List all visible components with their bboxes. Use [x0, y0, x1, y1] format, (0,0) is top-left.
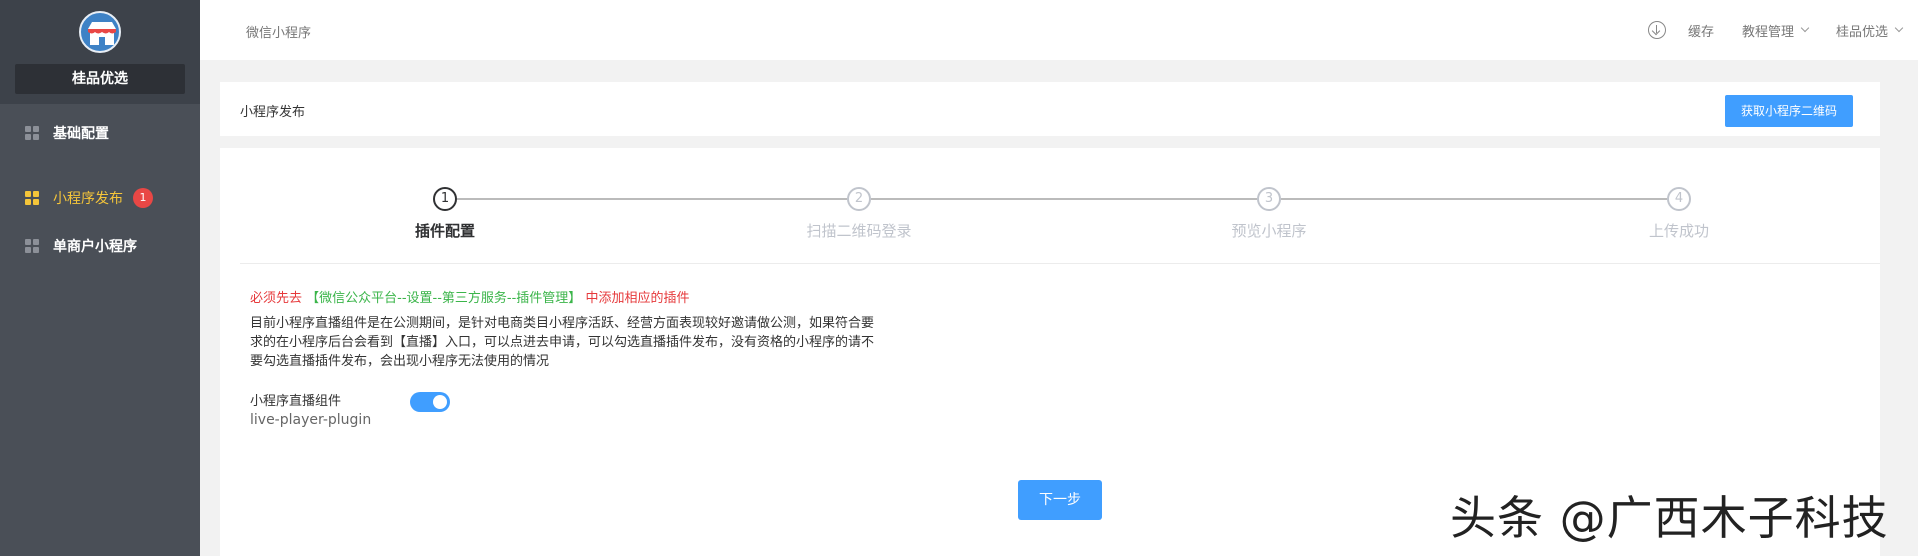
- user-label: 桂品优选: [1835, 24, 1888, 40]
- notification-badge: 1: [133, 188, 153, 208]
- step-connector: [457, 198, 847, 200]
- topbar-actions: 缓存 教程管理 桂品优选: [1647, 0, 1904, 60]
- cache-label: 缓存: [1687, 24, 1714, 40]
- step-1-circle: 1: [433, 187, 457, 211]
- steps: 1 2 3 4 插件配置 扫描二维码登录 预览小程序 上传成功: [220, 186, 1880, 246]
- tutorial-label: 教程管理: [1741, 24, 1794, 40]
- step-connector: [871, 198, 1257, 200]
- store-name: 桂品优选: [15, 64, 185, 94]
- plugin-description: 目前小程序直播组件是在公测期间，是针对电商类目小程序活跃、经营方面表现较好邀请做…: [250, 316, 875, 369]
- page-title: 小程序发布: [240, 105, 306, 120]
- live-plugin-toggle[interactable]: [410, 392, 450, 412]
- sidebar-item-label: 单商户小程序: [53, 239, 137, 255]
- sidebar-item-label: 基础配置: [53, 126, 109, 142]
- plugin-name: 小程序直播组件: [250, 394, 342, 409]
- sidebar-item-single-merchant[interactable]: 单商户小程序: [0, 231, 200, 261]
- step-4-label: 上传成功: [1648, 222, 1710, 240]
- user-menu[interactable]: 桂品优选: [1835, 21, 1904, 40]
- step-3-label: 预览小程序: [1231, 222, 1307, 240]
- notice-path: 【微信公众平台--设置--第三方服务--插件管理】: [306, 291, 582, 306]
- step-4-circle: 4: [1667, 187, 1691, 211]
- plugin-label: 小程序直播组件 live-player-plugin: [250, 392, 371, 430]
- watermark: 头条 @广西木子科技: [1450, 491, 1889, 545]
- breadcrumb[interactable]: 微信小程序: [246, 22, 311, 41]
- plugin-id: live-player-plugin: [250, 412, 372, 428]
- notice-prefix: 必须先去: [250, 291, 303, 306]
- chevron-down-icon: [1894, 23, 1904, 33]
- grid-icon: [25, 126, 39, 140]
- download-icon[interactable]: [1647, 21, 1666, 39]
- sidebar-item-label: 小程序发布: [53, 191, 123, 207]
- page-header-card: 小程序发布 获取小程序二维码: [220, 82, 1880, 136]
- step-connector: [1281, 198, 1667, 200]
- next-step-button[interactable]: 下一步: [1018, 480, 1102, 520]
- grid-icon: [25, 239, 39, 253]
- topbar: 微信小程序 缓存 教程管理 桂品优选: [200, 0, 1918, 60]
- toggle-knob: [433, 395, 447, 409]
- step-2-circle: 2: [847, 187, 871, 211]
- get-qrcode-button[interactable]: 获取小程序二维码: [1725, 95, 1853, 127]
- grid-icon: [25, 191, 39, 205]
- sidebar: 桂品优选 基础配置 小程序发布 1 单商户小程序: [0, 0, 200, 556]
- sidebar-item-basic-config[interactable]: 基础配置: [0, 118, 200, 148]
- chevron-down-icon: [1800, 23, 1810, 33]
- sidebar-header: 桂品优选: [0, 0, 200, 104]
- plugin-notice: 必须先去 【微信公众平台--设置--第三方服务--插件管理】 中添加相应的插件: [250, 287, 689, 306]
- step-3-circle: 3: [1257, 187, 1281, 211]
- step-2-label: 扫描二维码登录: [806, 222, 912, 240]
- store-logo-icon: [79, 11, 121, 53]
- divider: [240, 263, 1880, 264]
- notice-suffix: 中添加相应的插件: [585, 291, 690, 306]
- sidebar-item-miniprogram-publish[interactable]: 小程序发布 1: [0, 183, 200, 213]
- tutorial-menu[interactable]: 教程管理: [1741, 21, 1810, 40]
- step-1-label: 插件配置: [414, 222, 476, 240]
- cache-button[interactable]: 缓存: [1688, 21, 1714, 40]
